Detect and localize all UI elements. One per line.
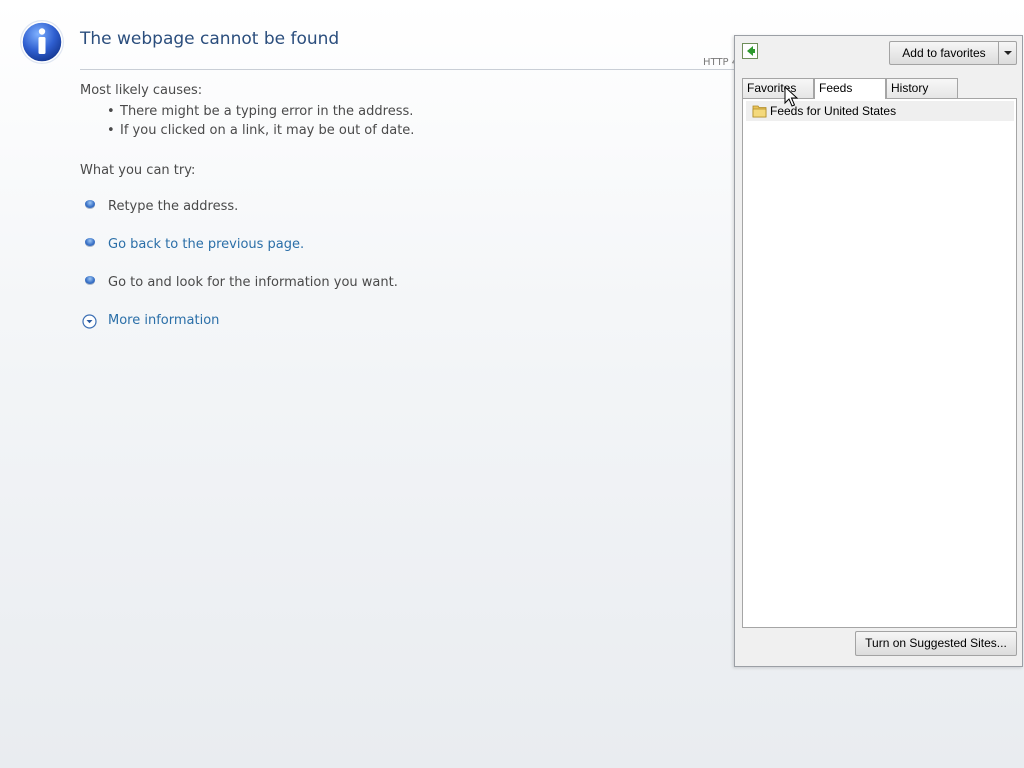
pin-panel-icon[interactable] bbox=[742, 43, 758, 59]
expand-circle-icon[interactable] bbox=[82, 314, 97, 329]
bullet-dot: • bbox=[107, 123, 115, 138]
blue-orb-icon bbox=[85, 200, 95, 208]
mouse-cursor-icon bbox=[784, 86, 798, 107]
add-to-favorites-label: Add to favorites bbox=[902, 46, 986, 60]
title-divider bbox=[80, 69, 740, 70]
info-icon bbox=[20, 20, 64, 64]
http-status-code: HTTP 4 bbox=[703, 57, 739, 68]
go-to-text: Go to and look for the information you w… bbox=[108, 275, 398, 290]
cause-item: • If you clicked on a link, it may be out… bbox=[107, 123, 414, 138]
tab-feeds[interactable]: Feeds bbox=[814, 78, 886, 99]
favorites-center-panel: Add to favorites Favorites Feeds History… bbox=[734, 35, 1023, 667]
page-title: The webpage cannot be found bbox=[80, 29, 340, 49]
blue-orb-icon bbox=[85, 276, 95, 284]
turn-on-suggested-sites-button[interactable]: Turn on Suggested Sites... bbox=[855, 631, 1017, 656]
bullet-dot: • bbox=[107, 104, 115, 119]
chevron-down-icon[interactable] bbox=[999, 42, 1017, 64]
add-to-favorites-button[interactable]: Add to favorites bbox=[889, 41, 1017, 65]
cause-text: If you clicked on a link, it may be out … bbox=[120, 123, 415, 138]
try-heading: What you can try: bbox=[80, 163, 196, 178]
more-information-link[interactable]: More information bbox=[108, 313, 219, 328]
tab-history[interactable]: History bbox=[886, 78, 958, 98]
cause-item: • There might be a typing error in the ad… bbox=[107, 104, 413, 119]
retype-address-text: Retype the address. bbox=[108, 199, 239, 214]
folder-icon bbox=[752, 105, 767, 118]
cause-text: There might be a typing error in the add… bbox=[120, 104, 414, 119]
causes-heading: Most likely causes: bbox=[80, 83, 203, 98]
feeds-tab-content: Feeds for United States bbox=[742, 98, 1017, 628]
blue-orb-icon bbox=[85, 238, 95, 246]
tab-favorites[interactable]: Favorites bbox=[742, 78, 814, 98]
go-back-link[interactable]: Go back to the previous page. bbox=[108, 237, 304, 252]
